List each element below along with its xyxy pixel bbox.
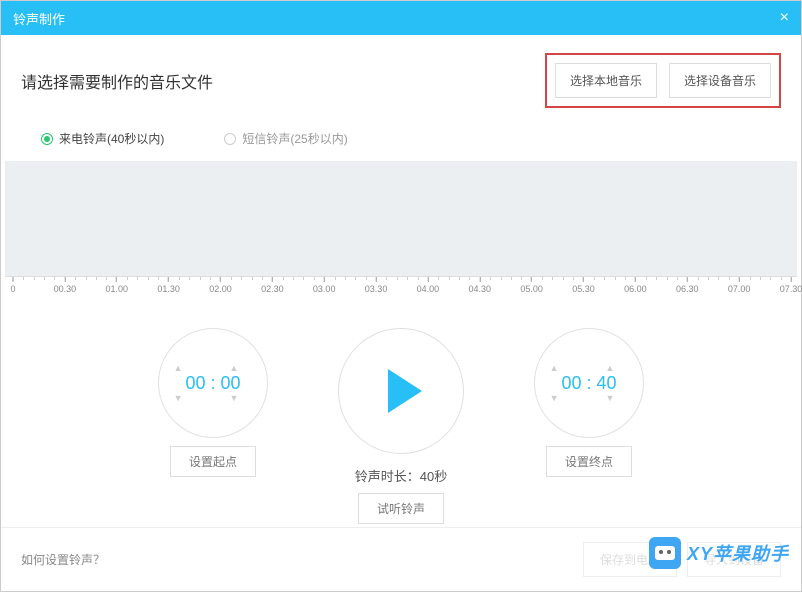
ruler-tick: 06.00 [624, 277, 647, 294]
ruler-tick: 01.00 [105, 277, 128, 294]
save-to-device-button[interactable]: 导入到设备 [687, 542, 781, 577]
ruler-tick: 0 [10, 277, 15, 294]
duration-label: 铃声时长：40秒 [338, 466, 464, 485]
play-button[interactable] [338, 328, 464, 454]
radio-dot-icon [41, 133, 53, 145]
radio-incoming-label: 来电铃声(40秒以内) [59, 130, 164, 147]
ruler-tick: 07.30 [780, 277, 802, 294]
titlebar: 铃声制作 × [1, 1, 801, 35]
close-icon[interactable]: × [780, 9, 789, 27]
controls-row: ▲ ▲ 00 : 00 ▼ ▼ 设置起点 铃声时长：40秒 试听铃声 ▲ ▲ 0… [1, 328, 801, 524]
ruler-tick: 02.00 [209, 277, 232, 294]
footer: 如何设置铃声？ 保存到电脑 导入到设备 [1, 527, 801, 591]
ruler-tick: 04.00 [417, 277, 440, 294]
radio-sms-label: 短信铃声(25秒以内) [242, 130, 347, 147]
choose-local-music-button[interactable]: 选择本地音乐 [555, 63, 657, 98]
time-ruler: 0 00.30 01.00 01.30 02.00 02.30 03.00 03.30 04.0… [5, 276, 797, 300]
footer-buttons: 保存到电脑 导入到设备 [583, 542, 781, 577]
ruler-tick: 05.00 [520, 277, 543, 294]
preview-button[interactable]: 试听铃声 [358, 493, 444, 524]
chevron-up-icon[interactable]: ▲ ▲ [174, 364, 253, 373]
end-point-group: ▲ ▲ 00 : 40 ▼ ▼ 设置终点 [534, 328, 644, 477]
ringtone-maker-window: 铃声制作 × 请选择需要制作的音乐文件 选择本地音乐 选择设备音乐 来电铃声(4… [0, 0, 802, 592]
ruler-tick: 05.30 [572, 277, 595, 294]
waveform-area[interactable] [5, 161, 797, 276]
play-icon [388, 369, 422, 413]
play-group: 铃声时长：40秒 试听铃声 [338, 328, 464, 524]
radio-incoming-call[interactable]: 来电铃声(40秒以内) [41, 130, 164, 147]
set-end-button[interactable]: 设置终点 [546, 446, 632, 477]
chevron-up-icon[interactable]: ▲ ▲ [550, 364, 629, 373]
radio-sms[interactable]: 短信铃声(25秒以内) [224, 130, 347, 147]
ruler-tick: 00.30 [54, 277, 77, 294]
ruler-tick: 06.30 [676, 277, 699, 294]
chevron-down-icon[interactable]: ▼ ▼ [550, 394, 629, 403]
start-time-value: 00 : 00 [185, 373, 240, 394]
ruler-tick: 04.30 [469, 277, 492, 294]
end-time-dial[interactable]: ▲ ▲ 00 : 40 ▼ ▼ [534, 328, 644, 438]
source-buttons-highlight: 选择本地音乐 选择设备音乐 [545, 53, 781, 108]
chevron-down-icon[interactable]: ▼ ▼ [174, 394, 253, 403]
ruler-tick: 07.00 [728, 277, 751, 294]
ruler-tick: 01.30 [157, 277, 180, 294]
ringtone-type-radios: 来电铃声(40秒以内) 短信铃声(25秒以内) [1, 126, 801, 161]
topbar: 请选择需要制作的音乐文件 选择本地音乐 选择设备音乐 [1, 35, 801, 126]
start-time-dial[interactable]: ▲ ▲ 00 : 00 ▼ ▼ [158, 328, 268, 438]
start-point-group: ▲ ▲ 00 : 00 ▼ ▼ 设置起点 [158, 328, 268, 477]
end-time-value: 00 : 40 [561, 373, 616, 394]
choose-device-music-button[interactable]: 选择设备音乐 [669, 63, 771, 98]
ruler-tick: 03.00 [313, 277, 336, 294]
radio-dot-icon [224, 133, 236, 145]
help-link[interactable]: 如何设置铃声？ [21, 551, 105, 568]
ruler-tick: 03.30 [365, 277, 388, 294]
set-start-button[interactable]: 设置起点 [170, 446, 256, 477]
window-title: 铃声制作 [13, 9, 65, 28]
ruler-tick: 02.30 [261, 277, 284, 294]
save-to-pc-button[interactable]: 保存到电脑 [583, 542, 677, 577]
instruction-text: 请选择需要制作的音乐文件 [21, 69, 213, 93]
